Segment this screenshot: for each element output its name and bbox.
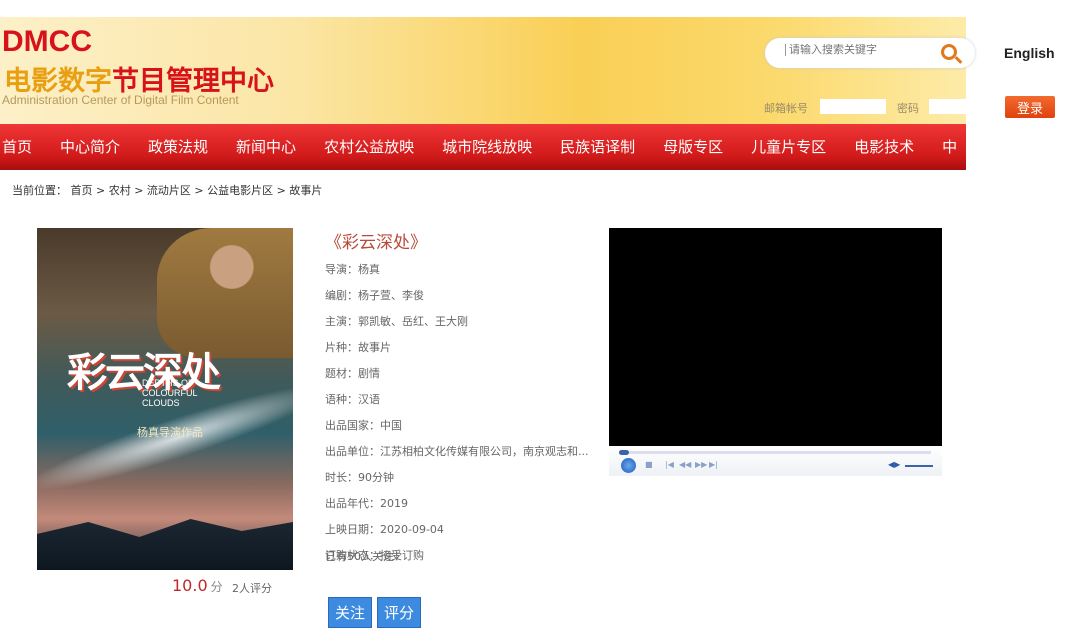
password-field[interactable]: [929, 99, 966, 114]
followers-text: 已有50人关注！: [325, 550, 405, 563]
rate-button[interactable]: 评分: [377, 597, 422, 628]
search-icon[interactable]: [941, 44, 957, 60]
rating-score: 10.0 分: [172, 576, 223, 595]
info-field: 出品国家：中国: [325, 419, 402, 432]
login-button[interactable]: 登录: [1005, 96, 1055, 118]
info-field: 时长：90分钟: [325, 471, 394, 484]
movie-title: 《彩云深处》: [325, 233, 427, 253]
nav-item[interactable]: 首页: [2, 124, 32, 170]
nav-item[interactable]: 新闻中心: [236, 124, 296, 170]
search-input[interactable]: [785, 44, 935, 56]
previous-icon[interactable]: |◀: [665, 460, 674, 469]
play-icon[interactable]: [621, 458, 636, 473]
info-field: 片种：故事片: [325, 341, 391, 354]
progress-thumb[interactable]: [619, 450, 629, 455]
volume-slider[interactable]: [905, 465, 933, 467]
volume-icon[interactable]: ◀▶: [888, 460, 900, 469]
nav-item[interactable]: 城市院线放映: [442, 124, 532, 170]
info-field: 编剧：杨子萱、李俊: [325, 289, 424, 302]
email-label: 邮箱帐号: [764, 102, 808, 115]
nav-item[interactable]: 中心简介: [60, 124, 120, 170]
logo-en: DMCC: [2, 25, 92, 58]
info-field: 语种：汉语: [325, 393, 380, 406]
info-field: 上映日期：2020-09-04: [325, 523, 444, 536]
nav-item[interactable]: 母版专区: [663, 124, 723, 170]
nav-item[interactable]: 儿童片专区: [751, 124, 826, 170]
nav-item[interactable]: 中: [942, 124, 957, 170]
player-controls: ■ |◀ ◀◀ ▶▶ ▶| ◀▶: [609, 446, 942, 476]
movie-poster: 彩云深处 DEPTHS OF COLOURFUL CLOUDS 杨真导演作品: [37, 228, 293, 570]
fast-forward-icon[interactable]: ▶▶: [695, 460, 707, 469]
next-icon[interactable]: ▶|: [709, 460, 718, 469]
search-box: [765, 38, 975, 68]
progress-bar[interactable]: [619, 450, 931, 455]
info-field: 出品单位：江苏相柏文化传媒有限公司，南京观志和...: [325, 445, 589, 458]
breadcrumb: 当前位置： 首页 > 农村 > 流动片区 > 公益电影片区 > 故事片: [12, 184, 323, 197]
score-unit: 分: [210, 580, 223, 594]
rating-count: 2人评分: [232, 582, 272, 595]
english-link[interactable]: English: [1004, 45, 1055, 61]
nav-item[interactable]: 电影技术: [854, 124, 914, 170]
follow-button[interactable]: 关注: [328, 597, 373, 628]
poster-en-title: DEPTHS OF COLOURFUL CLOUDS: [142, 378, 198, 408]
info-field: 导演：杨真: [325, 263, 380, 276]
poster-credit: 杨真导演作品: [137, 426, 203, 439]
logo-subtitle: Administration Center of Digital Film Co…: [2, 93, 239, 107]
poster-figure: [157, 228, 293, 358]
nav-item[interactable]: 农村公益放映: [324, 124, 414, 170]
nav-item[interactable]: 民族语译制: [560, 124, 635, 170]
header-banner: DMCC 电影数字节目管理中心 Administration Center of…: [0, 17, 975, 124]
score-value: 10.0: [172, 576, 208, 595]
email-field[interactable]: [820, 99, 886, 114]
movie-info: 导演：杨真编剧：杨子萱、李俊主演：郭凯敏、岳红、王大刚 片种：故事片 题材：剧情语种…: [325, 262, 589, 574]
info-field: 题材：剧情: [325, 367, 380, 380]
info-field: 出品年代：2019: [325, 497, 408, 510]
info-field: 主演：郭凯敏、岳红、王大刚: [325, 315, 468, 328]
password-label: 密码: [897, 102, 919, 115]
main-nav: 首页 中心简介 政策法规 新闻中心 农村公益放映 城市院线放映 民族语译制 母版专区 儿童片专区…: [0, 124, 966, 170]
stop-icon[interactable]: ■: [645, 460, 653, 469]
poster-mountains: [37, 519, 293, 570]
nav-item[interactable]: 政策法规: [148, 124, 208, 170]
video-player[interactable]: [609, 228, 942, 446]
rewind-icon[interactable]: ◀◀: [679, 460, 691, 469]
